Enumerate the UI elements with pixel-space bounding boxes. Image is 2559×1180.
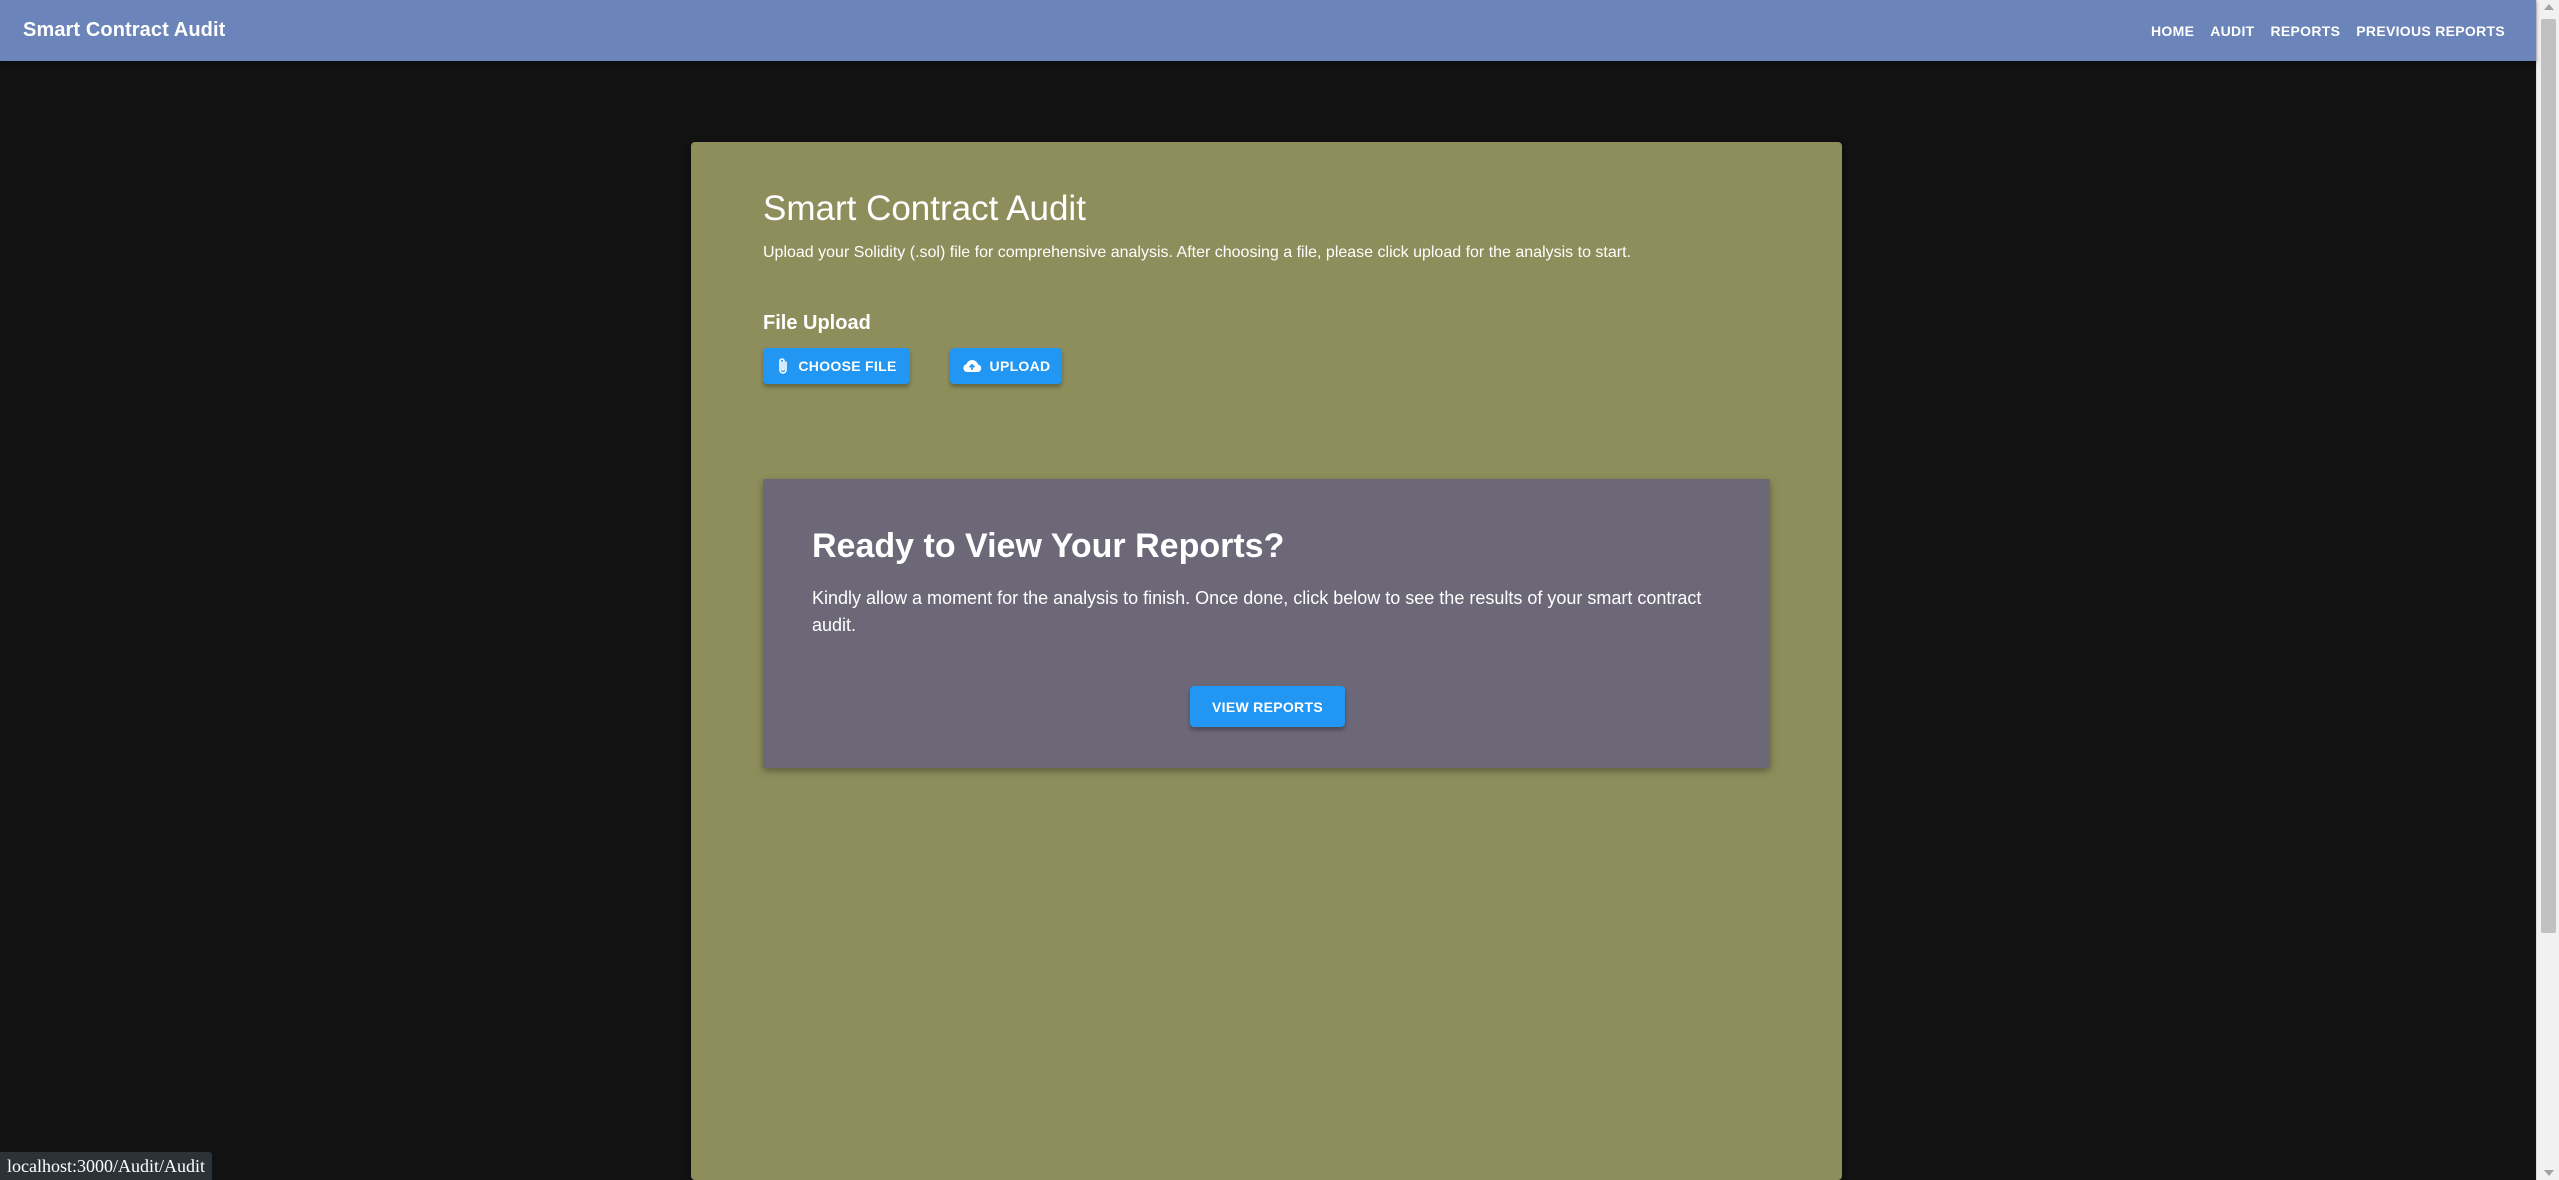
cloud-upload-icon: [962, 359, 982, 373]
choose-file-button[interactable]: CHOOSE FILE: [763, 348, 910, 384]
reports-panel-text: Kindly allow a moment for the analysis t…: [812, 588, 1702, 635]
scroll-up-arrow-icon[interactable]: [2544, 4, 2554, 10]
nav-previous-reports[interactable]: PREVIOUS REPORTS: [2348, 15, 2513, 47]
app-bar: Smart Contract Audit HOME AUDIT REPORTS …: [0, 0, 2536, 61]
reports-panel-title: Ready to View Your Reports?: [812, 527, 1285, 565]
reports-panel: Ready to View Your Reports? Kindly allow…: [763, 479, 1770, 768]
audit-card: Smart Contract Audit Upload your Solidit…: [691, 142, 1842, 1180]
file-upload-heading: File Upload: [763, 312, 871, 334]
nav-home[interactable]: HOME: [2143, 15, 2202, 47]
nav-reports[interactable]: REPORTS: [2263, 15, 2349, 47]
page-title: Smart Contract Audit: [763, 189, 1086, 228]
vertical-scrollbar[interactable]: [2536, 0, 2559, 1180]
upload-label: UPLOAD: [989, 358, 1051, 374]
top-nav: HOME AUDIT REPORTS PREVIOUS REPORTS: [2143, 15, 2513, 47]
view-reports-button[interactable]: VIEW REPORTS: [1190, 686, 1345, 727]
choose-file-label: CHOOSE FILE: [798, 358, 897, 374]
nav-audit[interactable]: AUDIT: [2202, 15, 2262, 47]
scroll-down-arrow-icon[interactable]: [2544, 1170, 2554, 1176]
upload-button[interactable]: UPLOAD: [950, 348, 1062, 384]
status-bar-url: localhost:3000/Audit/Audit: [0, 1152, 212, 1180]
paperclip-icon: [776, 357, 790, 375]
brand-title[interactable]: Smart Contract Audit: [23, 19, 225, 42]
page-subtitle: Upload your Solidity (.sol) file for com…: [763, 244, 1631, 261]
scrollbar-thumb[interactable]: [2541, 19, 2556, 933]
